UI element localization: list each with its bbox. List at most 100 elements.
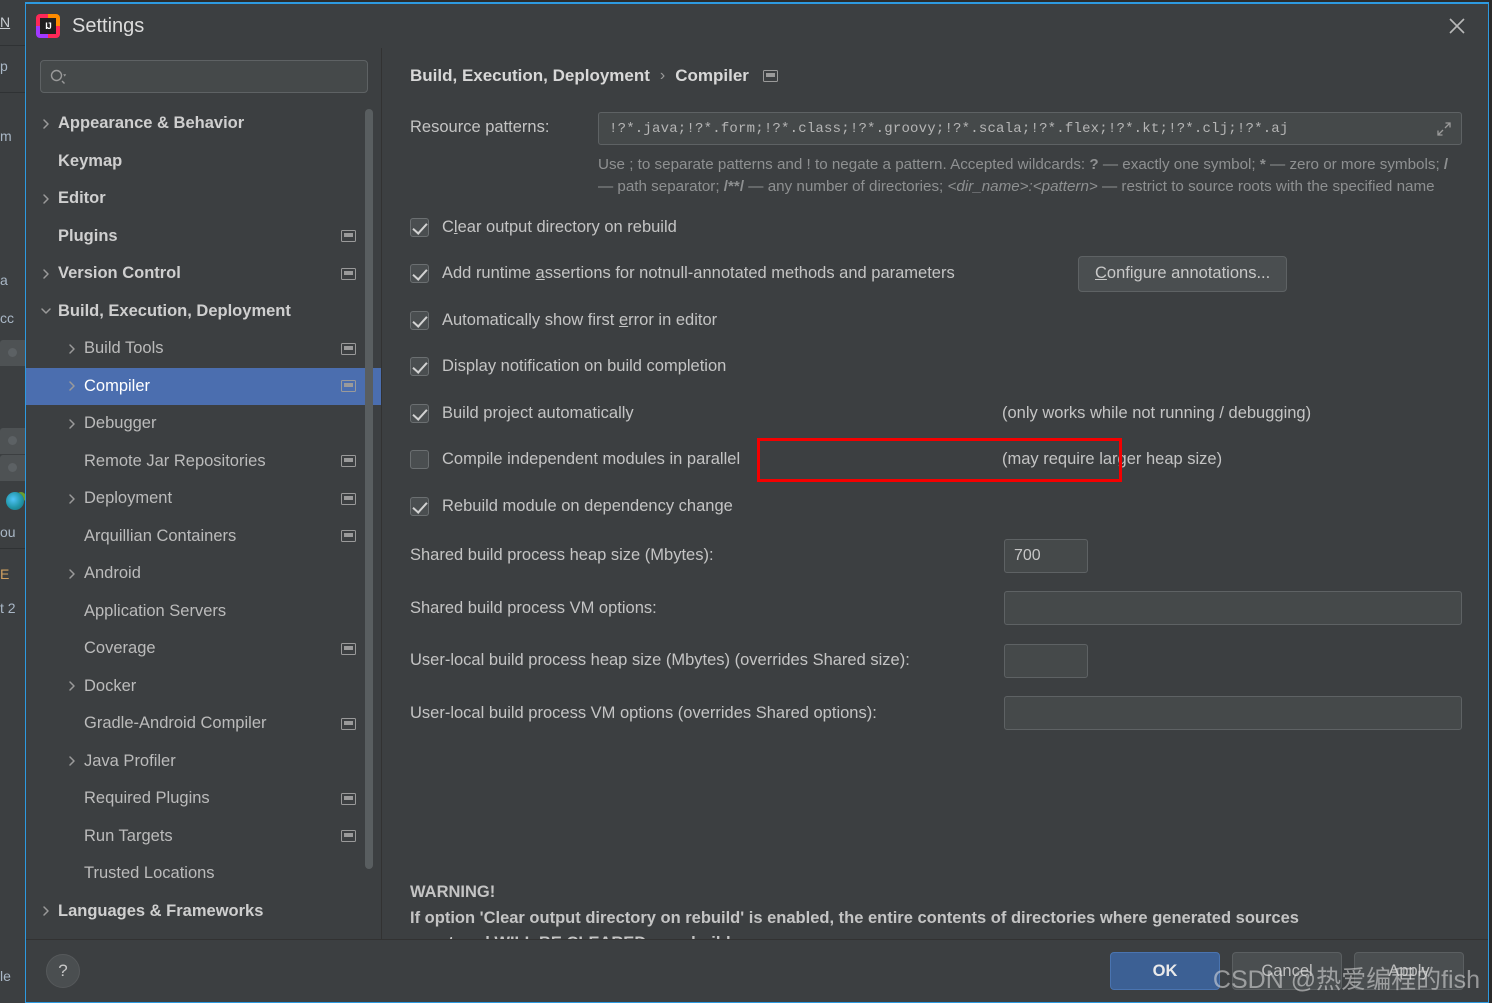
- dialog-title: Settings: [72, 14, 145, 37]
- field-input-shared-build-process-vm-options[interactable]: [1004, 591, 1462, 626]
- breadcrumb: Build, Execution, Deployment › Compiler: [410, 66, 1462, 86]
- expand-editor-icon[interactable]: [1435, 120, 1453, 138]
- dialog-title-bar: IJ Settings: [26, 4, 1488, 48]
- checkbox-clear-output-directory-on-rebuild[interactable]: [410, 217, 429, 237]
- sidebar-item-label: Build, Execution, Deployment: [58, 301, 291, 320]
- checkbox-label-add-runtime-assertions-for-notnull-annot[interactable]: Add runtime assertions for notnull-annot…: [442, 264, 955, 283]
- configure-annotations-button[interactable]: Configure annotations...: [1078, 255, 1288, 292]
- search-box[interactable]: [40, 60, 368, 93]
- sidebar-item-gradle-android-compiler[interactable]: Gradle-Android Compiler: [26, 705, 382, 743]
- sidebar-item-label: Compiler: [84, 376, 151, 395]
- chevron-right-icon[interactable]: [66, 380, 78, 392]
- resource-patterns-field[interactable]: !?*.java;!?*.form;!?*.class;!?*.groovy;!…: [598, 112, 1462, 145]
- chevron-right-icon[interactable]: [66, 493, 78, 505]
- resource-patterns-row: Resource patterns: !?*.java;!?*.form;!?*…: [410, 112, 1462, 145]
- field-input-user-local-build-process-heap-size-mbyte[interactable]: [1004, 643, 1088, 678]
- checkbox-compile-independent-modules-in-parallel[interactable]: [410, 450, 429, 470]
- chevron-right-icon[interactable]: [40, 905, 52, 917]
- checkbox-rebuild-module-on-dependency-change[interactable]: [410, 496, 429, 516]
- field-row-shared-build-process-heap-size-mbytes: Shared build process heap size (Mbytes):: [410, 530, 1462, 583]
- sidebar-scrollbar[interactable]: [365, 109, 373, 869]
- footer-buttons: OK Cancel Apply: [1110, 952, 1464, 990]
- field-row-user-local-build-process-vm-options-over: User-local build process VM options (ove…: [410, 687, 1462, 740]
- breadcrumb-separator: ›: [659, 67, 666, 84]
- build-process-fields: Shared build process heap size (Mbytes):…: [410, 530, 1462, 740]
- field-input-user-local-build-process-vm-options-over[interactable]: [1004, 696, 1462, 731]
- search-input[interactable]: [67, 68, 359, 85]
- resource-patterns-help: Use ; to separate patterns and ! to nega…: [598, 156, 1449, 195]
- sidebar-item-plugins[interactable]: Plugins: [26, 218, 382, 256]
- project-scope-icon: [341, 530, 356, 543]
- close-icon[interactable]: [1426, 4, 1488, 48]
- backdrop-dot-icon: [8, 348, 17, 357]
- project-scope-icon: [341, 830, 356, 843]
- chevron-right-icon[interactable]: [66, 343, 78, 355]
- sidebar-item-android[interactable]: Android: [26, 555, 382, 593]
- breadcrumb-parent[interactable]: Build, Execution, Deployment: [410, 66, 650, 86]
- sidebar-item-version-control[interactable]: Version Control: [26, 255, 382, 293]
- chevron-right-icon[interactable]: [66, 418, 78, 430]
- chevron-right-icon[interactable]: [40, 193, 52, 205]
- cancel-button[interactable]: Cancel: [1232, 952, 1342, 990]
- sidebar-item-label: Appearance & Behavior: [58, 114, 245, 133]
- sidebar-item-remote-jar-repositories[interactable]: Remote Jar Repositories: [26, 443, 382, 481]
- sidebar-item-keymap[interactable]: Keymap: [26, 143, 382, 181]
- resource-patterns-label: Resource patterns:: [410, 118, 550, 136]
- intellij-logo-icon: IJ: [36, 14, 60, 38]
- project-scope-icon: [341, 492, 356, 505]
- sidebar-item-label: Keymap: [58, 151, 123, 170]
- checkbox-label-automatically-show-first-error-in-editor[interactable]: Automatically show first error in editor: [442, 311, 717, 330]
- sidebar-item-label: Deployment: [84, 489, 173, 508]
- warning-title: WARNING!: [410, 883, 496, 901]
- checkbox-display-notification-on-build-completion[interactable]: [410, 357, 429, 377]
- field-label-shared-build-process-heap-size-mbytes: Shared build process heap size (Mbytes):: [410, 546, 714, 565]
- sidebar-item-label: Application Servers: [84, 601, 227, 620]
- sidebar-item-trusted-locations[interactable]: Trusted Locations: [26, 855, 382, 893]
- sidebar-item-label: Editor: [58, 189, 106, 208]
- sidebar-item-arquillian-containers[interactable]: Arquillian Containers: [26, 518, 382, 556]
- chevron-right-icon[interactable]: [40, 268, 52, 280]
- checkbox-label-compile-independent-modules-in-parallel[interactable]: Compile independent modules in parallel: [442, 450, 740, 469]
- sidebar-item-label: Languages & Frameworks: [58, 901, 264, 920]
- sidebar-item-label: Required Plugins: [84, 789, 210, 808]
- sidebar-item-editor[interactable]: Editor: [26, 180, 382, 218]
- chevron-right-icon[interactable]: [66, 568, 78, 580]
- breadcrumb-current: Compiler: [675, 66, 749, 85]
- sidebar-item-required-plugins[interactable]: Required Plugins: [26, 780, 382, 818]
- sidebar-item-coverage[interactable]: Coverage: [26, 630, 382, 668]
- checkbox-row-automatically-show-first-error-in-editor: Automatically show first error in editor: [410, 297, 1462, 344]
- chevron-right-icon[interactable]: [40, 118, 52, 130]
- checkbox-label-display-notification-on-build-completion[interactable]: Display notification on build completion: [442, 357, 726, 376]
- ok-button[interactable]: OK: [1110, 952, 1220, 990]
- settings-dialog: IJ Settings Appearance & Behavior Keymap…: [25, 2, 1489, 1003]
- checkbox-add-runtime-assertions-for-notnull-annot[interactable]: [410, 264, 429, 284]
- checkbox-label-build-project-automatically[interactable]: Build project automatically: [442, 404, 634, 423]
- sidebar-item-docker[interactable]: Docker: [26, 668, 382, 706]
- field-row-shared-build-process-vm-options: Shared build process VM options:: [410, 582, 1462, 635]
- sidebar-item-build-tools[interactable]: Build Tools: [26, 330, 382, 368]
- checkbox-row-clear-output-directory-on-rebuild: Clear output directory on rebuild: [410, 204, 1462, 251]
- resource-patterns-value: !?*.java;!?*.form;!?*.class;!?*.groovy;!…: [609, 120, 1289, 137]
- sidebar-item-label: Run Targets: [84, 826, 173, 845]
- sidebar-item-appearance-behavior[interactable]: Appearance & Behavior: [26, 105, 382, 143]
- sidebar-item-application-servers[interactable]: Application Servers: [26, 593, 382, 631]
- checkbox-build-project-automatically[interactable]: [410, 403, 429, 423]
- field-input-shared-build-process-heap-size-mbytes[interactable]: [1004, 538, 1088, 573]
- sidebar-item-languages-frameworks[interactable]: Languages & Frameworks: [26, 893, 382, 931]
- chevron-right-icon[interactable]: [66, 755, 78, 767]
- sidebar-item-debugger[interactable]: Debugger: [26, 405, 382, 443]
- checkbox-automatically-show-first-error-in-editor[interactable]: [410, 310, 429, 330]
- search-container: [26, 48, 382, 103]
- checkbox-label-clear-output-directory-on-rebuild[interactable]: Clear output directory on rebuild: [442, 218, 677, 237]
- chevron-down-icon[interactable]: [40, 305, 52, 317]
- help-button[interactable]: ?: [46, 954, 80, 988]
- sidebar-item-label: Arquillian Containers: [84, 526, 237, 545]
- sidebar-item-compiler[interactable]: Compiler: [26, 367, 382, 405]
- checkbox-label-rebuild-module-on-dependency-change[interactable]: Rebuild module on dependency change: [442, 497, 733, 516]
- chevron-right-icon[interactable]: [66, 680, 78, 692]
- sidebar-item-java-profiler[interactable]: Java Profiler: [26, 743, 382, 781]
- sidebar-item-run-targets[interactable]: Run Targets: [26, 818, 382, 856]
- apply-button[interactable]: Apply: [1354, 952, 1464, 990]
- sidebar-item-deployment[interactable]: Deployment: [26, 480, 382, 518]
- sidebar-item-build-execution-deployment[interactable]: Build, Execution, Deployment: [26, 293, 382, 331]
